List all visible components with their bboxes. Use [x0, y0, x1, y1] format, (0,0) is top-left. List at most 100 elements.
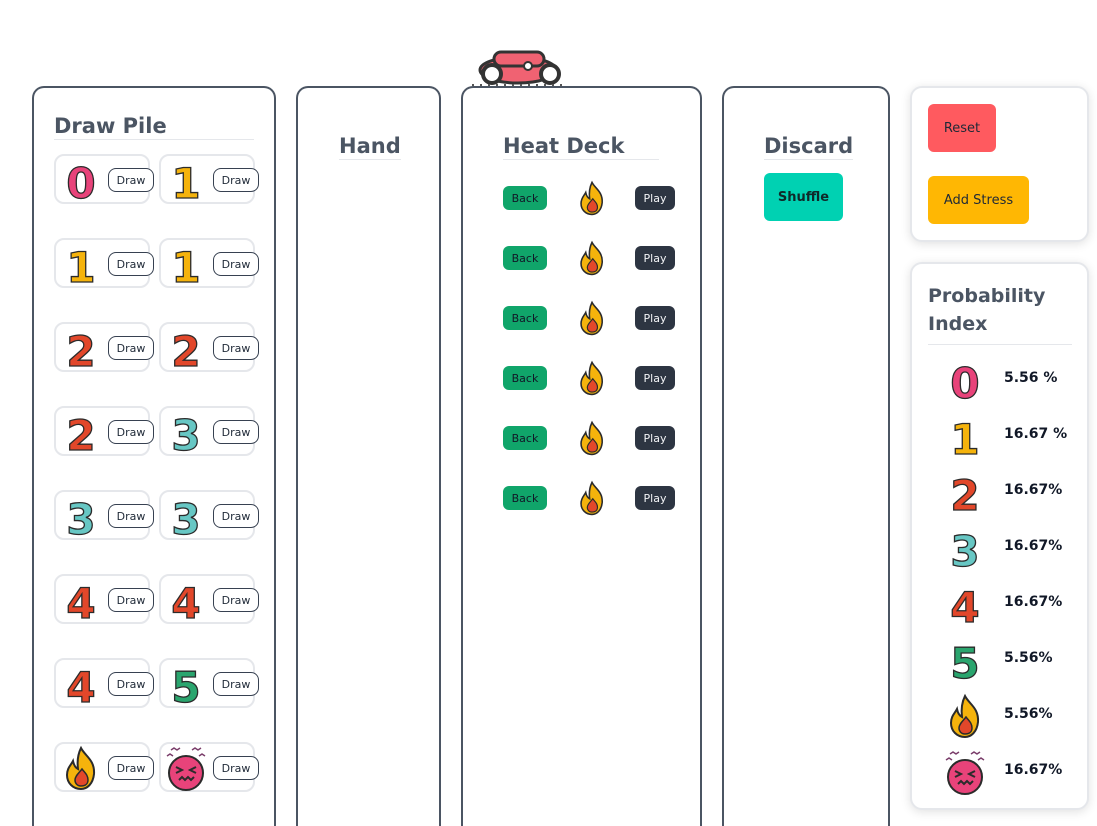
flame-icon: [580, 300, 603, 336]
draw-pile-card: 0 Draw: [54, 154, 154, 204]
probability-value: 16.67%: [1004, 762, 1063, 778]
flame-icon: [580, 480, 603, 516]
reset-button[interactable]: Reset: [928, 104, 996, 152]
draw-pile-card: 4 Draw: [54, 574, 154, 624]
flame-icon: [580, 420, 603, 456]
probability-index-card: Probability Index 0 5.56 % 1 16.67 % 2 16.67%…: [910, 262, 1089, 810]
digit-0-glyph: 0: [950, 358, 981, 404]
heat-play-button[interactable]: Play: [635, 186, 675, 210]
heat-back-button[interactable]: Back: [503, 366, 547, 390]
heat-deck-panel: Heat Deck Back Play Back Play Back Play Back Pl…: [461, 86, 702, 826]
draw-pile-card: Draw: [159, 742, 259, 792]
heat-play-button[interactable]: Play: [635, 306, 675, 330]
digit-0-glyph: 0: [66, 158, 97, 204]
digit-3-glyph: 3: [171, 410, 202, 456]
draw-button[interactable]: Draw: [108, 588, 154, 612]
race-car-icon: [472, 50, 566, 86]
svg-text:3: 3: [171, 411, 200, 456]
hand-title: Hand: [339, 134, 401, 160]
svg-text:3: 3: [66, 495, 95, 540]
svg-text:1: 1: [171, 159, 200, 204]
heat-play-button[interactable]: Play: [635, 426, 675, 450]
draw-pile-card: 4 Draw: [54, 658, 154, 708]
svg-text:0: 0: [950, 359, 979, 404]
draw-button[interactable]: Draw: [213, 168, 259, 192]
svg-text:2: 2: [171, 327, 200, 372]
svg-text:1: 1: [171, 243, 200, 288]
digit-5-glyph: 5: [950, 638, 981, 684]
draw-pile-title: Draw Pile: [54, 114, 254, 140]
flame-icon: [580, 180, 603, 216]
draw-button[interactable]: Draw: [108, 504, 154, 528]
draw-button[interactable]: Draw: [213, 504, 259, 528]
digit-2-glyph: 2: [66, 326, 97, 372]
draw-pile-card: 1 Draw: [159, 238, 259, 288]
hand-panel: Hand: [296, 86, 441, 826]
draw-pile-card: 1 Draw: [54, 238, 154, 288]
flame-icon: [580, 360, 603, 396]
digit-5-glyph: 5: [171, 662, 202, 708]
heat-back-button[interactable]: Back: [503, 306, 547, 330]
heat-deck-title: Heat Deck: [503, 134, 659, 160]
draw-pile-card: 2 Draw: [159, 322, 259, 372]
digit-2-glyph: 2: [950, 470, 981, 516]
probability-value: 16.67%: [1004, 538, 1063, 554]
draw-button[interactable]: Draw: [213, 672, 259, 696]
controls-card: Reset Add Stress: [910, 86, 1089, 242]
draw-button[interactable]: Draw: [108, 168, 154, 192]
probability-title: Probability Index: [928, 282, 1072, 345]
svg-text:2: 2: [66, 327, 95, 372]
probability-value: 5.56 %: [1004, 370, 1058, 386]
add-stress-button[interactable]: Add Stress: [928, 176, 1029, 224]
draw-button[interactable]: Draw: [213, 336, 259, 360]
probability-value: 5.56%: [1004, 650, 1053, 666]
heat-back-button[interactable]: Back: [503, 186, 547, 210]
svg-text:3: 3: [950, 527, 979, 572]
draw-button[interactable]: Draw: [213, 252, 259, 276]
svg-text:0: 0: [66, 159, 95, 204]
heat-back-button[interactable]: Back: [503, 426, 547, 450]
draw-pile-panel: Draw Pile 0 Draw 1 Draw 1 Draw 1 Draw 2 Draw 2 Draw…: [32, 86, 276, 826]
draw-pile-card: 1 Draw: [159, 154, 259, 204]
svg-text:1: 1: [66, 243, 95, 288]
draw-button[interactable]: Draw: [108, 252, 154, 276]
svg-text:4: 4: [66, 663, 95, 708]
svg-text:2: 2: [66, 411, 95, 456]
digit-4-glyph: 4: [950, 582, 981, 628]
draw-button[interactable]: Draw: [213, 588, 259, 612]
stressed-face-icon: [945, 751, 985, 795]
discard-title: Discard: [764, 134, 854, 160]
flame-icon: [949, 693, 980, 739]
draw-button[interactable]: Draw: [108, 420, 154, 444]
discard-panel: Discard Shuffle: [722, 86, 890, 826]
draw-button[interactable]: Draw: [213, 420, 259, 444]
digit-3-glyph: 3: [950, 526, 981, 572]
stressed-face-icon: [166, 747, 206, 791]
digit-1-glyph: 1: [950, 414, 981, 460]
digit-1-glyph: 1: [171, 158, 202, 204]
draw-pile-card: 5 Draw: [159, 658, 259, 708]
svg-text:4: 4: [66, 579, 95, 624]
heat-back-button[interactable]: Back: [503, 486, 547, 510]
probability-value: 16.67 %: [1004, 426, 1068, 442]
shuffle-button[interactable]: Shuffle: [764, 173, 843, 221]
svg-text:4: 4: [950, 583, 979, 628]
svg-text:5: 5: [171, 663, 200, 708]
heat-play-button[interactable]: Play: [635, 366, 675, 390]
svg-text:2: 2: [950, 471, 979, 516]
heat-back-button[interactable]: Back: [503, 246, 547, 270]
probability-value: 16.67%: [1004, 594, 1063, 610]
draw-button[interactable]: Draw: [213, 756, 259, 780]
heat-play-button[interactable]: Play: [635, 486, 675, 510]
svg-text:4: 4: [171, 579, 200, 624]
probability-value: 16.67%: [1004, 482, 1063, 498]
digit-4-glyph: 4: [66, 578, 97, 624]
heat-play-button[interactable]: Play: [635, 246, 675, 270]
svg-text:1: 1: [950, 415, 979, 460]
draw-button[interactable]: Draw: [108, 756, 154, 780]
draw-button[interactable]: Draw: [108, 336, 154, 360]
draw-button[interactable]: Draw: [108, 672, 154, 696]
digit-1-glyph: 1: [66, 242, 97, 288]
draw-pile-card: 3 Draw: [159, 406, 259, 456]
flame-icon: [65, 745, 96, 791]
